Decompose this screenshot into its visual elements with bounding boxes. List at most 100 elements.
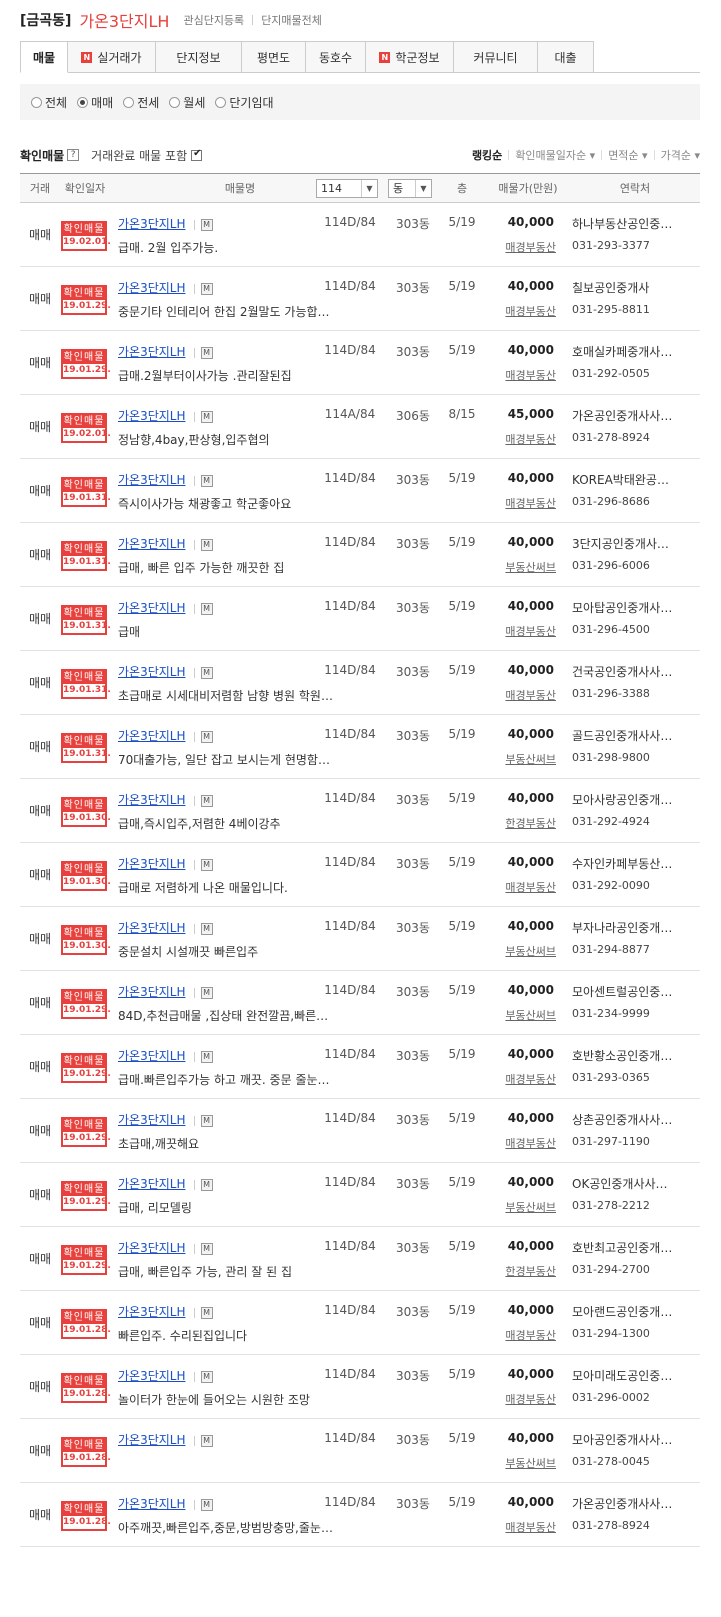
map-icon[interactable]: M <box>200 858 213 871</box>
map-icon[interactable]: M <box>200 410 213 423</box>
listing-name-link[interactable]: 가온3단지LH <box>118 1113 186 1127</box>
all-listings-link[interactable]: 단지매물전체 <box>261 12 322 28</box>
source-agency-link[interactable]: 매경부동산 <box>496 495 556 511</box>
source-agency-link[interactable]: 매경부동산 <box>496 367 556 383</box>
source-agency-link[interactable]: 부동산써브 <box>496 943 556 959</box>
trade-type-option[interactable]: 전세 <box>123 94 159 111</box>
map-icon[interactable]: M <box>200 1050 213 1063</box>
listing-name-link[interactable]: 가온3단지LH <box>118 1305 186 1319</box>
map-icon[interactable]: M <box>200 922 213 935</box>
radio-button[interactable] <box>77 96 89 108</box>
listing-name-link[interactable]: 가온3단지LH <box>118 601 186 615</box>
realtor-name[interactable]: 호반황소공인중개… <box>572 1047 700 1064</box>
map-icon[interactable]: M <box>200 346 213 359</box>
listing-name-link[interactable]: 가온3단지LH <box>118 985 186 999</box>
realtor-name[interactable]: 호반최고공인중개… <box>572 1239 700 1256</box>
realtor-name[interactable]: 호매실카페중개사… <box>572 343 700 360</box>
listing-name-link[interactable]: 가온3단지LH <box>118 665 186 679</box>
listing-name-link[interactable]: 가온3단지LH <box>118 537 186 551</box>
map-icon[interactable]: M <box>200 1114 213 1127</box>
help-icon[interactable]: ? <box>67 149 80 161</box>
realtor-name[interactable]: 모아랜드공인중개… <box>572 1303 700 1320</box>
listing-name-link[interactable]: 가온3단지LH <box>118 409 186 423</box>
map-icon[interactable]: M <box>200 1434 213 1447</box>
radio-button[interactable] <box>123 96 135 108</box>
realtor-name[interactable]: 하나부동산공인중… <box>572 215 700 232</box>
sort-option[interactable]: 가격순 ▾ <box>661 147 700 163</box>
listing-name-link[interactable]: 가온3단지LH <box>118 217 186 231</box>
sort-option[interactable]: 확인매물일자순 ▾ <box>515 147 595 163</box>
source-agency-link[interactable]: 매경부동산 <box>496 879 556 895</box>
listing-name-link[interactable]: 가온3단지LH <box>118 1049 186 1063</box>
source-agency-link[interactable]: 부동산써브 <box>496 1199 556 1215</box>
listing-name-link[interactable]: 가온3단지LH <box>118 1497 186 1511</box>
realtor-name[interactable]: 모아센트럴공인중… <box>572 983 700 1000</box>
trade-type-option[interactable]: 전체 <box>31 94 67 111</box>
tab-1[interactable]: N 실거래가 <box>68 41 156 73</box>
listing-name-link[interactable]: 가온3단지LH <box>118 473 186 487</box>
map-icon[interactable]: M <box>200 1306 213 1319</box>
source-agency-link[interactable]: 매경부동산 <box>496 1391 556 1407</box>
radio-button[interactable] <box>31 96 42 108</box>
watch-complex-link[interactable]: 관심단지등록 <box>183 12 244 28</box>
include-completed-option[interactable]: 거래완료 매물 포함 <box>91 147 203 164</box>
listing-name-link[interactable]: 가온3단지LH <box>118 793 186 807</box>
tab-6[interactable]: 커뮤니티 <box>454 41 538 73</box>
listing-name-link[interactable]: 가온3단지LH <box>118 1177 186 1191</box>
source-agency-link[interactable]: 매경부동산 <box>496 303 556 319</box>
tab-0[interactable]: 매물 <box>20 41 68 73</box>
realtor-name[interactable]: 부자나라공인중개… <box>572 919 700 936</box>
tab-2[interactable]: 단지정보 <box>156 41 242 73</box>
map-icon[interactable]: M <box>200 794 213 807</box>
map-icon[interactable]: M <box>200 282 213 295</box>
dong-select[interactable]: 동 ▼ <box>388 179 432 198</box>
listing-name-link[interactable]: 가온3단지LH <box>118 1433 186 1447</box>
trade-type-option[interactable]: 월세 <box>169 94 205 111</box>
realtor-name[interactable]: 모아미래도공인중… <box>572 1367 700 1384</box>
realtor-name[interactable]: OK공인중개사사… <box>572 1175 700 1192</box>
realtor-name[interactable]: 가온공인중개사사… <box>572 407 700 424</box>
map-icon[interactable]: M <box>200 538 213 551</box>
realtor-name[interactable]: 가온공인중개사사… <box>572 1495 700 1512</box>
tab-4[interactable]: 동호수 <box>306 41 366 73</box>
map-icon[interactable]: M <box>200 730 213 743</box>
source-agency-link[interactable]: 부동산써브 <box>496 751 556 767</box>
source-agency-link[interactable]: 매경부동산 <box>496 431 556 447</box>
sort-option[interactable]: 면적순 ▾ <box>608 147 647 163</box>
map-icon[interactable]: M <box>200 218 213 231</box>
realtor-name[interactable]: 모아사랑공인중개… <box>572 791 700 808</box>
radio-button[interactable] <box>215 96 227 108</box>
source-agency-link[interactable]: 매경부동산 <box>496 1519 556 1535</box>
radio-button[interactable] <box>169 96 181 108</box>
realtor-name[interactable]: 수자인카페부동산… <box>572 855 700 872</box>
source-agency-link[interactable]: 한경부동산 <box>496 1263 556 1279</box>
listing-name-link[interactable]: 가온3단지LH <box>118 729 186 743</box>
source-agency-link[interactable]: 부동산써브 <box>496 1455 556 1471</box>
area-select[interactable]: 114 ▼ <box>316 179 378 198</box>
map-icon[interactable]: M <box>200 474 213 487</box>
source-agency-link[interactable]: 부동산써브 <box>496 1007 556 1023</box>
trade-type-option[interactable]: 매매 <box>77 94 113 111</box>
listing-name-link[interactable]: 가온3단지LH <box>118 857 186 871</box>
realtor-name[interactable]: 건국공인중개사사… <box>572 663 700 680</box>
realtor-name[interactable]: 모아공인중개사사… <box>572 1431 700 1448</box>
listing-name-link[interactable]: 가온3단지LH <box>118 921 186 935</box>
source-agency-link[interactable]: 매경부동산 <box>496 1327 556 1343</box>
map-icon[interactable]: M <box>200 1370 213 1383</box>
map-icon[interactable]: M <box>200 602 213 615</box>
map-icon[interactable]: M <box>200 666 213 679</box>
source-agency-link[interactable]: 매경부동산 <box>496 623 556 639</box>
listing-name-link[interactable]: 가온3단지LH <box>118 281 186 295</box>
realtor-name[interactable]: 상촌공인중개사사… <box>572 1111 700 1128</box>
map-icon[interactable]: M <box>200 1178 213 1191</box>
realtor-name[interactable]: 모아탑공인중개사… <box>572 599 700 616</box>
sort-option[interactable]: 랭킹순 <box>472 147 502 163</box>
listing-name-link[interactable]: 가온3단지LH <box>118 345 186 359</box>
realtor-name[interactable]: 골드공인중개사사… <box>572 727 700 744</box>
realtor-name[interactable]: 3단지공인중개사… <box>572 535 700 552</box>
map-icon[interactable]: M <box>200 1242 213 1255</box>
tab-7[interactable]: 대출 <box>538 41 594 73</box>
trade-type-option[interactable]: 단기임대 <box>215 94 274 111</box>
map-icon[interactable]: M <box>200 986 213 999</box>
source-agency-link[interactable]: 매경부동산 <box>496 1135 556 1151</box>
